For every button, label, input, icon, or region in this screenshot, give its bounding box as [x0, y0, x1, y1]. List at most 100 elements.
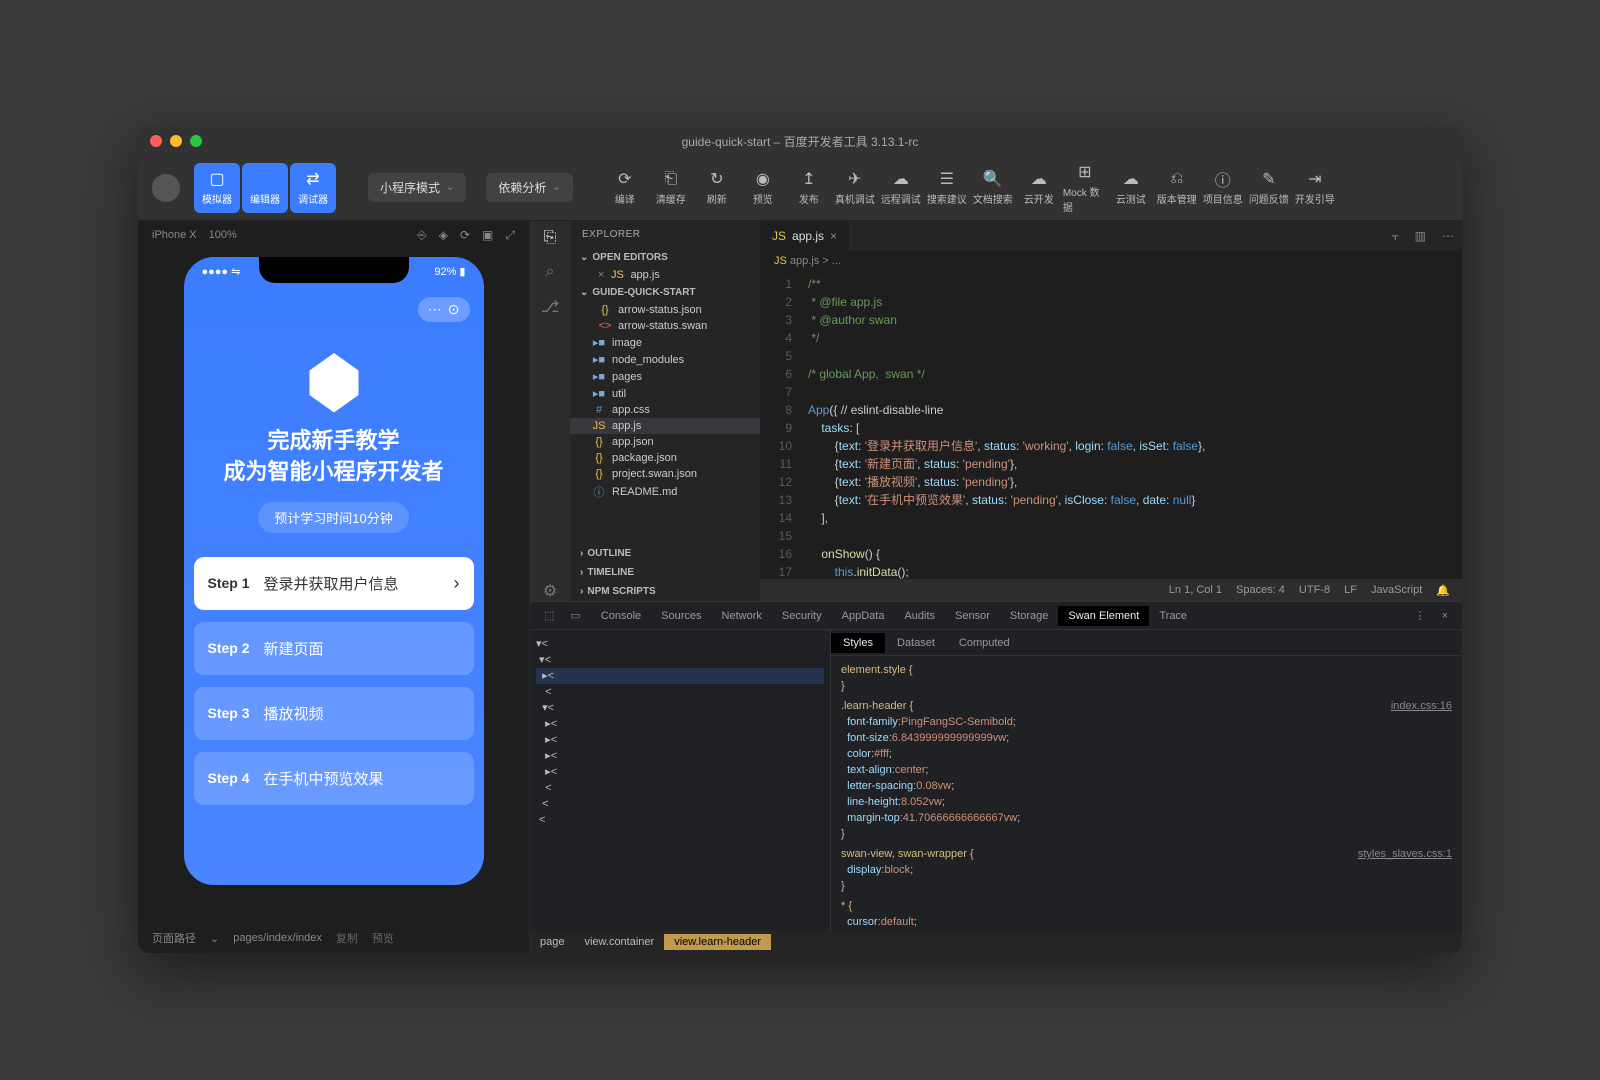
close-tab-icon[interactable]: × — [830, 229, 837, 243]
devtab-audits[interactable]: Audits — [894, 606, 945, 626]
network-icon[interactable]: ◈ — [439, 228, 448, 242]
file-README.md[interactable]: ⓘREADME.md — [570, 482, 760, 502]
devtab-sensor[interactable]: Sensor — [945, 606, 1000, 626]
tool-远程调试[interactable]: ☁远程调试 — [879, 163, 923, 213]
tool-问题反馈[interactable]: ✎问题反馈 — [1247, 163, 1291, 213]
devtab-sources[interactable]: Sources — [651, 606, 711, 626]
mode-模拟器[interactable]: ▢模拟器 — [194, 163, 240, 213]
open-editors-section[interactable]: ⌄OPEN EDITORS — [570, 248, 760, 267]
language-mode[interactable]: JavaScript — [1371, 584, 1422, 596]
indent-setting[interactable]: Spaces: 4 — [1236, 584, 1285, 596]
tool-清缓存[interactable]: ⎗清缓存 — [649, 163, 693, 213]
branch-icon[interactable]: ⎇ — [541, 297, 559, 317]
file-app.json[interactable]: {}app.json — [570, 434, 760, 450]
file-pages[interactable]: ▸■pages — [570, 368, 760, 385]
preview-button[interactable]: 预览 — [372, 930, 394, 946]
tool-文档搜索[interactable]: 🔍文档搜索 — [971, 163, 1015, 213]
user-icon[interactable]: ⎆ — [417, 228, 427, 243]
copy-path-button[interactable]: 复制 — [336, 930, 358, 946]
file-image[interactable]: ▸■image — [570, 334, 760, 351]
devtab-swan-element[interactable]: Swan Element — [1058, 606, 1149, 626]
tool-刷新[interactable]: ↻刷新 — [695, 163, 739, 213]
outline-section[interactable]: ›OUTLINE — [570, 544, 760, 563]
file-package.json[interactable]: {}package.json — [570, 450, 760, 466]
app-mode-select[interactable]: 小程序模式⌄ — [368, 173, 466, 202]
project-section[interactable]: ⌄GUIDE-QUICK-START — [570, 283, 760, 302]
styles-tab-dataset[interactable]: Dataset — [885, 633, 947, 653]
tool-项目信息[interactable]: ⓘ项目信息 — [1201, 163, 1245, 213]
device-select[interactable]: iPhone X — [152, 229, 197, 241]
open-editor-file[interactable]: ×JSapp.js — [570, 267, 760, 283]
file-node_modules[interactable]: ▸■node_modules — [570, 351, 760, 368]
file-arrow-status.swan[interactable]: <>arrow-status.swan — [570, 318, 760, 334]
devtab-network[interactable]: Network — [712, 606, 772, 626]
step-item[interactable]: Step 3播放视频 — [194, 687, 474, 740]
eol[interactable]: LF — [1344, 584, 1357, 596]
screenshot-icon[interactable]: ▣ — [482, 228, 493, 242]
gear-icon[interactable]: ⚙ — [543, 581, 557, 601]
battery-icon: 92% ▮ — [434, 265, 465, 278]
file-app.css[interactable]: #app.css — [570, 402, 760, 418]
files-icon[interactable]: ⎘ — [544, 229, 557, 247]
timeline-section[interactable]: ›TIMELINE — [570, 563, 760, 582]
mode-调试器[interactable]: ⇄调试器 — [290, 163, 336, 213]
bell-icon[interactable]: 🔔 — [1436, 584, 1450, 597]
zoom-select[interactable]: 100% — [209, 229, 237, 241]
tool-云开发[interactable]: ☁云开发 — [1017, 163, 1061, 213]
rotate-icon[interactable]: ⟳ — [460, 228, 470, 242]
mode-编辑器[interactable]: 编辑器 — [242, 163, 288, 213]
popout-icon[interactable]: ⤢ — [505, 228, 515, 243]
breadcrumb[interactable]: JS app.js > ... — [760, 251, 1462, 271]
simulator-screen[interactable]: ●●●● ⇋ 16:57 92% ▮ ⋯⊙ 完成新手教学 成为智能小程序开发者 … — [184, 257, 484, 885]
tool-真机调试[interactable]: ✈真机调试 — [833, 163, 877, 213]
maximize-window-icon[interactable] — [190, 135, 202, 147]
step-item[interactable]: Step 2新建页面 — [194, 622, 474, 675]
tool-搜索建议[interactable]: ☰搜索建议 — [925, 163, 969, 213]
tool-Mock 数据[interactable]: ⊞Mock 数据 — [1063, 163, 1107, 213]
dom-tree[interactable]: ▾< ▾< ▸< < ▾< ▸< ▸< ▸< ▸< < < < — [530, 630, 830, 931]
minimize-window-icon[interactable] — [170, 135, 182, 147]
device-toolbar-icon[interactable]: ▭ — [564, 609, 586, 622]
js-file-icon: JS — [772, 229, 786, 243]
styles-panel[interactable]: element.style {}index.css:16.learn-heade… — [831, 656, 1462, 931]
editor-split-icon[interactable]: ▥ — [1407, 229, 1434, 243]
tool-发布[interactable]: ↥发布 — [787, 163, 831, 213]
tool-开发引导[interactable]: ⇥开发引导 — [1293, 163, 1337, 213]
devtab-security[interactable]: Security — [772, 606, 832, 626]
inspect-icon[interactable]: ⬚ — [538, 609, 560, 622]
editor-more-icon[interactable]: ⋯ — [1434, 229, 1462, 243]
step-item[interactable]: Step 4在手机中预览效果 — [194, 752, 474, 805]
npm-scripts-section[interactable]: ›NPM SCRIPTS — [570, 582, 760, 601]
tool-版本管理[interactable]: ⎌版本管理 — [1155, 163, 1199, 213]
element-breadcrumb[interactable]: pageview.containerview.learn-header — [530, 931, 1462, 953]
file-app.js[interactable]: JSapp.js — [570, 418, 760, 434]
file-arrow-status.json[interactable]: {}arrow-status.json — [570, 302, 760, 318]
step-item[interactable]: Step 1登录并获取用户信息› — [194, 557, 474, 610]
tool-编译[interactable]: ⟳编译 — [603, 163, 647, 213]
devtools-close-icon[interactable]: × — [1436, 610, 1454, 622]
chevron-down-icon: ⌄ — [552, 182, 560, 193]
editor-compare-icon[interactable]: ⫟ — [1383, 229, 1406, 244]
close-window-icon[interactable] — [150, 135, 162, 147]
dependency-analysis-select[interactable]: 依赖分析⌄ — [486, 173, 572, 202]
editor-tab[interactable]: JS app.js × — [760, 221, 850, 251]
code-editor[interactable]: 12345678910111213141516171819202122 /** … — [760, 271, 1462, 579]
app-logo-icon — [299, 346, 369, 416]
avatar[interactable] — [152, 174, 180, 202]
cursor-position[interactable]: Ln 1, Col 1 — [1169, 584, 1222, 596]
encoding[interactable]: UTF-8 — [1299, 584, 1330, 596]
hero-title: 完成新手教学 成为智能小程序开发者 — [184, 426, 484, 488]
file-project.swan.json[interactable]: {}project.swan.json — [570, 466, 760, 482]
file-util[interactable]: ▸■util — [570, 385, 760, 402]
devtab-trace[interactable]: Trace — [1149, 606, 1197, 626]
mini-app-menu[interactable]: ⋯⊙ — [418, 297, 470, 322]
devtab-console[interactable]: Console — [591, 606, 651, 626]
tool-云测试[interactable]: ☁云测试 — [1109, 163, 1153, 213]
search-icon[interactable]: ⌕ — [546, 263, 555, 281]
devtab-storage[interactable]: Storage — [1000, 606, 1059, 626]
tool-预览[interactable]: ◉预览 — [741, 163, 785, 213]
styles-tab-styles[interactable]: Styles — [831, 633, 885, 653]
devtools-more-icon[interactable]: ⋮ — [1409, 609, 1432, 622]
styles-tab-computed[interactable]: Computed — [947, 633, 1022, 653]
devtab-appdata[interactable]: AppData — [832, 606, 895, 626]
